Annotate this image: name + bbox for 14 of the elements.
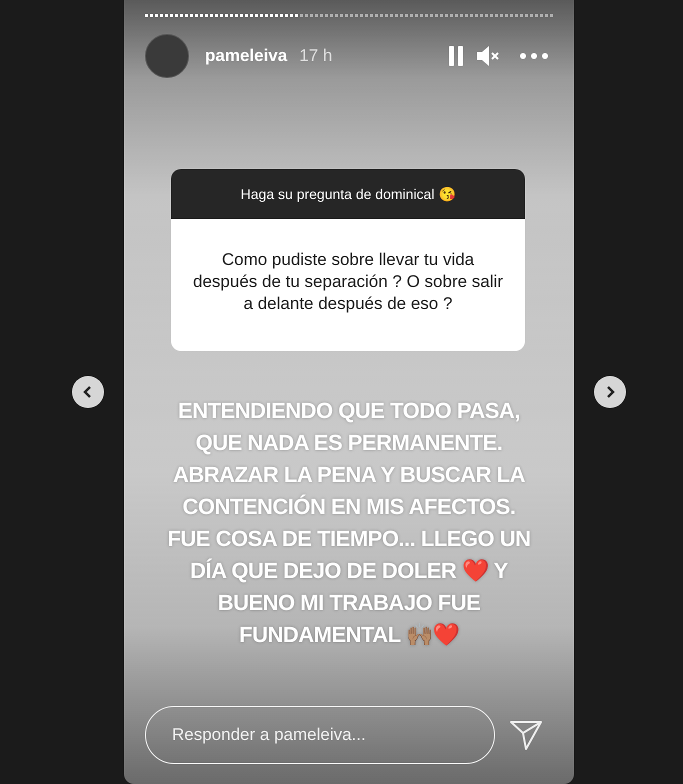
- pause-icon[interactable]: [448, 46, 464, 66]
- chevron-right-icon: [604, 385, 616, 399]
- more-icon[interactable]: [520, 53, 548, 59]
- reply-field[interactable]: Responder a pameleiva...: [145, 706, 495, 764]
- previous-button[interactable]: [72, 376, 104, 408]
- chevron-left-icon: [82, 385, 94, 399]
- next-button[interactable]: [594, 376, 626, 408]
- avatar[interactable]: [145, 34, 189, 78]
- send-icon[interactable]: [509, 719, 543, 751]
- mute-icon[interactable]: [476, 45, 500, 67]
- timestamp: 17 h: [299, 46, 332, 66]
- question-title: Haga su pregunta de dominical 😘: [171, 169, 525, 219]
- username[interactable]: pameleiva: [205, 46, 288, 66]
- question-text: Como pudiste sobre llevar tu vida después de tu separación ? O sobre salir a delante después de eso ?: [192, 249, 504, 315]
